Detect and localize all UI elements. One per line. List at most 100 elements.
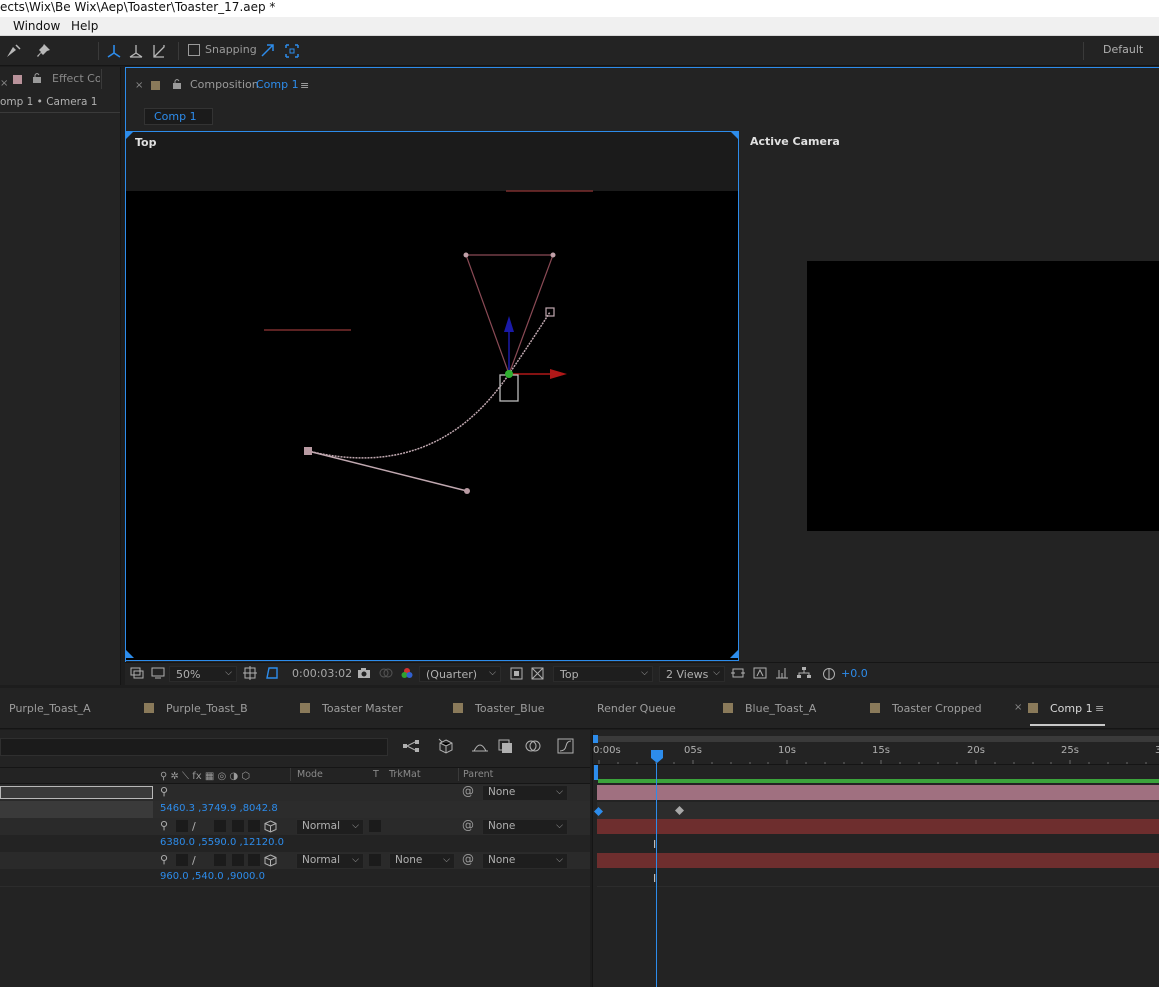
viewer-top[interactable]: Top bbox=[125, 131, 739, 661]
always-preview-icon[interactable] bbox=[130, 667, 144, 682]
navigator-handle[interactable] bbox=[593, 735, 598, 743]
playhead-handle[interactable] bbox=[651, 750, 663, 767]
monitor-icon[interactable] bbox=[151, 667, 165, 682]
pickwhip-icon[interactable]: @ bbox=[462, 852, 474, 866]
menu-help[interactable]: Help bbox=[71, 19, 98, 33]
shy-switch-icon[interactable]: ⚲ bbox=[160, 819, 168, 832]
layer-row[interactable]: ⚲ @ None ⌵ bbox=[0, 784, 590, 801]
property-value[interactable]: 5460.3 ,3749.9 ,8042.8 bbox=[160, 803, 278, 814]
exposure-value[interactable]: +0.0 bbox=[841, 667, 868, 680]
shy-switch-icon[interactable]: ⚲ bbox=[160, 785, 168, 798]
quality-switch-icon[interactable]: / bbox=[192, 854, 196, 867]
switch-box[interactable] bbox=[232, 854, 244, 866]
layer-bar-camera[interactable] bbox=[597, 785, 1159, 800]
search-input[interactable] bbox=[0, 738, 388, 756]
local-axis-icon[interactable] bbox=[104, 41, 124, 61]
tab-purple-toast-a[interactable]: Purple_Toast_A bbox=[9, 702, 91, 715]
pin-icon[interactable] bbox=[34, 41, 54, 61]
tab-comp-1[interactable]: Comp 1 bbox=[1050, 702, 1093, 715]
keyframe-icon[interactable] bbox=[594, 806, 603, 819]
pickwhip-icon[interactable]: @ bbox=[462, 784, 474, 798]
view-dropdown[interactable]: Top ⌵ bbox=[553, 666, 653, 682]
lock-icon[interactable] bbox=[31, 72, 43, 87]
comp-breadcrumb[interactable]: Comp 1 bbox=[144, 108, 213, 125]
track-matte-dropdown[interactable]: None ⌵ bbox=[389, 853, 455, 869]
shy-icon[interactable] bbox=[471, 739, 489, 756]
work-area-start[interactable] bbox=[594, 765, 598, 780]
shy-switch-icon[interactable]: ⚲ bbox=[160, 853, 168, 866]
resolution-dropdown[interactable]: (Quarter) ⌵ bbox=[419, 666, 501, 682]
3d-layer-icon[interactable] bbox=[264, 820, 277, 836]
3d-layer-icon[interactable] bbox=[264, 854, 277, 870]
switch-box[interactable] bbox=[214, 854, 226, 866]
switch-box[interactable] bbox=[248, 854, 260, 866]
region-of-interest-icon[interactable] bbox=[510, 667, 523, 683]
world-axis-icon[interactable] bbox=[126, 41, 146, 61]
view-axis-icon[interactable] bbox=[149, 41, 169, 61]
snapshot-icon[interactable] bbox=[357, 667, 371, 682]
tab-purple-toast-b[interactable]: Purple_Toast_B bbox=[166, 702, 248, 715]
blend-mode-dropdown[interactable]: Normal ⌵ bbox=[296, 819, 364, 835]
mask-visibility-icon[interactable] bbox=[265, 666, 279, 683]
fast-previews-icon[interactable] bbox=[753, 667, 767, 682]
parent-dropdown[interactable]: None ⌵ bbox=[482, 819, 568, 835]
quality-switch-icon[interactable]: / bbox=[192, 820, 196, 833]
tab-toaster-blue[interactable]: Toaster_Blue bbox=[475, 702, 545, 715]
timeline-icon[interactable] bbox=[775, 667, 789, 682]
frame-blending-icon[interactable] bbox=[498, 739, 514, 756]
layer-bar[interactable] bbox=[597, 819, 1159, 834]
parent-dropdown[interactable]: None ⌵ bbox=[482, 785, 568, 801]
parent-dropdown[interactable]: None ⌵ bbox=[482, 853, 568, 869]
snap-icon[interactable] bbox=[282, 41, 302, 61]
work-area-bar[interactable] bbox=[598, 779, 1159, 783]
close-icon[interactable]: × bbox=[1014, 702, 1022, 713]
transparency-grid-icon[interactable] bbox=[531, 667, 544, 683]
fit-icon[interactable] bbox=[243, 666, 257, 683]
preserve-transparency-box[interactable] bbox=[369, 854, 381, 866]
snap-feature-icon[interactable] bbox=[258, 41, 278, 61]
layer-row[interactable]: ⚲ / Normal ⌵ None ⌵ @ None ⌵ bbox=[0, 852, 590, 869]
show-snapshot-icon[interactable] bbox=[379, 667, 393, 682]
layer-row[interactable]: ⚲ / Normal ⌵ @ None ⌵ bbox=[0, 818, 590, 835]
composition-name[interactable]: Comp 1 bbox=[256, 78, 299, 91]
composition-mini-flowchart-icon[interactable] bbox=[403, 739, 421, 756]
effect-controls-tab[interactable]: Effect Con bbox=[52, 72, 100, 85]
timecode[interactable]: 0:00:03:02 bbox=[292, 667, 352, 680]
channel-icon[interactable] bbox=[400, 667, 414, 682]
menu-window[interactable]: Window bbox=[13, 19, 60, 33]
panel-menu-icon[interactable]: ≡ bbox=[1095, 702, 1104, 715]
draft-3d-icon[interactable] bbox=[437, 738, 455, 757]
layer-name-field[interactable] bbox=[0, 786, 153, 799]
snapping-checkbox[interactable] bbox=[188, 44, 200, 56]
tab-toaster-master[interactable]: Toaster Master bbox=[322, 702, 403, 715]
switch-box[interactable] bbox=[176, 854, 188, 866]
keyframe-icon[interactable] bbox=[675, 805, 684, 818]
property-value[interactable]: 6380.0 ,5590.0 ,12120.0 bbox=[160, 837, 284, 848]
zoom-dropdown[interactable]: 50% ⌵ bbox=[169, 666, 237, 682]
time-navigator[interactable] bbox=[595, 736, 1159, 742]
toggle-pixel-aspect-icon[interactable] bbox=[731, 667, 745, 682]
lock-icon[interactable] bbox=[171, 78, 183, 93]
layer-bar[interactable] bbox=[597, 853, 1159, 868]
workspace-label[interactable]: Default bbox=[1103, 43, 1143, 56]
close-icon[interactable]: × bbox=[135, 80, 143, 91]
close-icon[interactable]: × bbox=[0, 78, 8, 89]
switch-box[interactable] bbox=[214, 820, 226, 832]
panel-menu-icon[interactable]: ≡ bbox=[300, 79, 309, 92]
blend-mode-dropdown[interactable]: Normal ⌵ bbox=[296, 853, 364, 869]
switch-box[interactable] bbox=[232, 820, 244, 832]
tab-blue-toast-a[interactable]: Blue_Toast_A bbox=[745, 702, 816, 715]
property-value[interactable]: 960.0 ,540.0 ,9000.0 bbox=[160, 871, 265, 882]
flowchart-icon[interactable] bbox=[797, 667, 811, 682]
switch-box[interactable] bbox=[176, 820, 188, 832]
motion-blur-icon[interactable] bbox=[524, 739, 542, 756]
pickwhip-icon[interactable]: @ bbox=[462, 818, 474, 832]
camera-motion-path[interactable] bbox=[126, 132, 740, 662]
preserve-transparency-box[interactable] bbox=[369, 820, 381, 832]
pen-icon[interactable] bbox=[4, 41, 24, 61]
view-layout-dropdown[interactable]: 2 Views ⌵ bbox=[659, 666, 725, 682]
switch-box[interactable] bbox=[248, 820, 260, 832]
tab-toaster-cropped[interactable]: Toaster Cropped bbox=[892, 702, 982, 715]
reset-exposure-icon[interactable] bbox=[822, 667, 836, 684]
graph-editor-icon[interactable] bbox=[557, 738, 575, 757]
